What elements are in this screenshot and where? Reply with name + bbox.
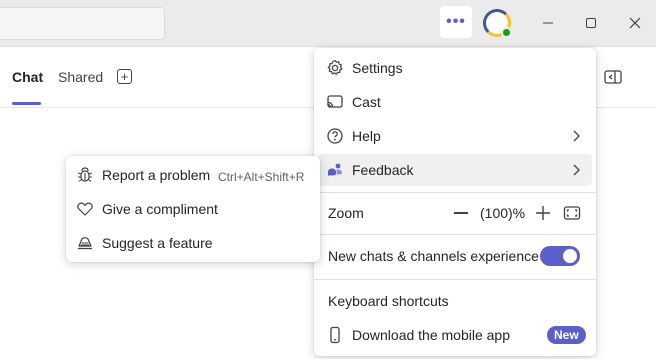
zoom-in-icon[interactable]	[535, 205, 551, 221]
tab-chat[interactable]: Chat	[12, 69, 43, 85]
menu-item-label: Settings	[352, 60, 403, 76]
menu-item-download-mobile[interactable]: Download the mobile app New	[318, 319, 592, 351]
close-icon	[629, 17, 641, 29]
submenu-item-label: Give a compliment	[102, 201, 218, 217]
tab-shared[interactable]: Shared	[58, 69, 103, 85]
heart-icon	[76, 200, 94, 218]
zoom-controls: Zoom (100)%	[318, 197, 592, 229]
new-badge: New	[547, 326, 586, 344]
active-tab-indicator	[12, 102, 41, 105]
menu-divider	[314, 192, 596, 193]
menu-divider	[314, 279, 596, 280]
add-tab-button[interactable]: +	[117, 69, 132, 84]
zoom-value: (100)%	[480, 205, 526, 221]
menu-item-label: Cast	[352, 94, 381, 110]
submenu-item-give-compliment[interactable]: Give a compliment	[70, 193, 316, 225]
submenu-item-label: Suggest a feature	[102, 235, 213, 251]
submenu-item-label: Report a problem	[102, 167, 211, 183]
more-icon: •••	[446, 13, 466, 30]
add-tab-icon: +	[120, 69, 129, 84]
gear-icon	[326, 59, 344, 77]
minimize-button[interactable]	[537, 12, 559, 34]
submenu-item-report-problem[interactable]: Report a problem Ctrl+Alt+Shift+R	[70, 159, 316, 191]
menu-item-feedback[interactable]: Feedback	[318, 154, 592, 186]
new-experience-label: New chats & channels experience	[328, 248, 539, 264]
menu-item-label: Download the mobile app	[352, 327, 510, 343]
phone-icon	[326, 326, 344, 344]
new-experience-toggle[interactable]	[540, 246, 580, 266]
menu-item-help[interactable]: Help	[318, 120, 592, 152]
maximize-icon	[586, 18, 596, 28]
title-bar: •••	[0, 0, 656, 47]
presence-status-badge	[501, 27, 512, 38]
zoom-label: Zoom	[328, 205, 364, 221]
fit-screen-icon[interactable]	[563, 205, 581, 224]
chevron-right-icon	[571, 163, 581, 180]
chevron-right-icon	[571, 129, 581, 146]
feedback-icon	[326, 161, 344, 179]
lightbulb-icon	[76, 234, 94, 252]
close-button[interactable]	[624, 12, 646, 34]
bug-icon	[76, 166, 94, 184]
submenu-item-suggest-feature[interactable]: Suggest a feature	[70, 227, 316, 259]
menu-item-keyboard-shortcuts[interactable]: Keyboard shortcuts	[318, 285, 592, 317]
menu-divider	[314, 234, 596, 235]
zoom-out-icon[interactable]	[454, 212, 468, 214]
menu-item-cast[interactable]: Cast	[318, 86, 592, 118]
toggle-knob	[563, 249, 577, 263]
cast-icon	[326, 93, 344, 111]
minimize-icon	[543, 22, 553, 24]
keyboard-shortcuts-label: Keyboard shortcuts	[328, 293, 449, 309]
maximize-button[interactable]	[580, 12, 602, 34]
feedback-submenu: Report a problem Ctrl+Alt+Shift+R Give a…	[66, 156, 320, 262]
help-icon	[326, 127, 344, 145]
side-panel-button[interactable]	[604, 69, 622, 90]
more-options-menu: Settings Cast Help Feedback Zoom (100)%	[314, 48, 596, 356]
menu-item-label: Help	[352, 128, 381, 144]
menu-item-label: Feedback	[352, 162, 414, 178]
menu-item-new-experience[interactable]: New chats & channels experience	[318, 240, 592, 272]
search-input[interactable]	[0, 7, 165, 40]
side-panel-icon	[604, 70, 622, 84]
menu-item-settings[interactable]: Settings	[318, 52, 592, 84]
keyboard-shortcut-hint: Ctrl+Alt+Shift+R	[218, 170, 305, 184]
more-options-button[interactable]: •••	[440, 6, 472, 38]
